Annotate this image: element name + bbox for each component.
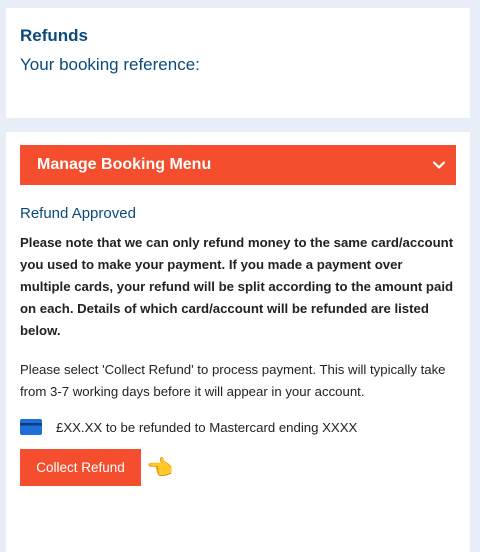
refund-line-text: £XX.XX to be refunded to Mastercard endi…: [56, 419, 358, 435]
booking-summary-panel: Refunds Your booking reference:: [6, 8, 470, 118]
refund-actions: Collect Refund 👈: [20, 449, 456, 486]
manage-booking-menu-label: Manage Booking Menu: [37, 156, 212, 173]
credit-card-icon: [20, 419, 42, 435]
pointing-left-hand-icon: 👈: [146, 454, 174, 480]
manage-booking-menu[interactable]: Manage Booking Menu: [20, 145, 456, 185]
collect-refund-button[interactable]: Collect Refund: [20, 449, 141, 486]
refund-note: Please note that we can only refund mone…: [20, 235, 454, 338]
refund-instructions: Please select 'Collect Refund' to proces…: [20, 362, 446, 399]
page-title: Refunds: [20, 26, 88, 45]
refund-panel: Manage Booking Menu Refund Approved Plea…: [6, 132, 470, 552]
booking-reference-label: Your booking reference:: [20, 55, 200, 74]
chevron-down-icon[interactable]: [430, 156, 448, 174]
refund-line-item: £XX.XX to be refunded to Mastercard endi…: [20, 419, 456, 435]
refund-status: Refund Approved: [20, 205, 136, 222]
